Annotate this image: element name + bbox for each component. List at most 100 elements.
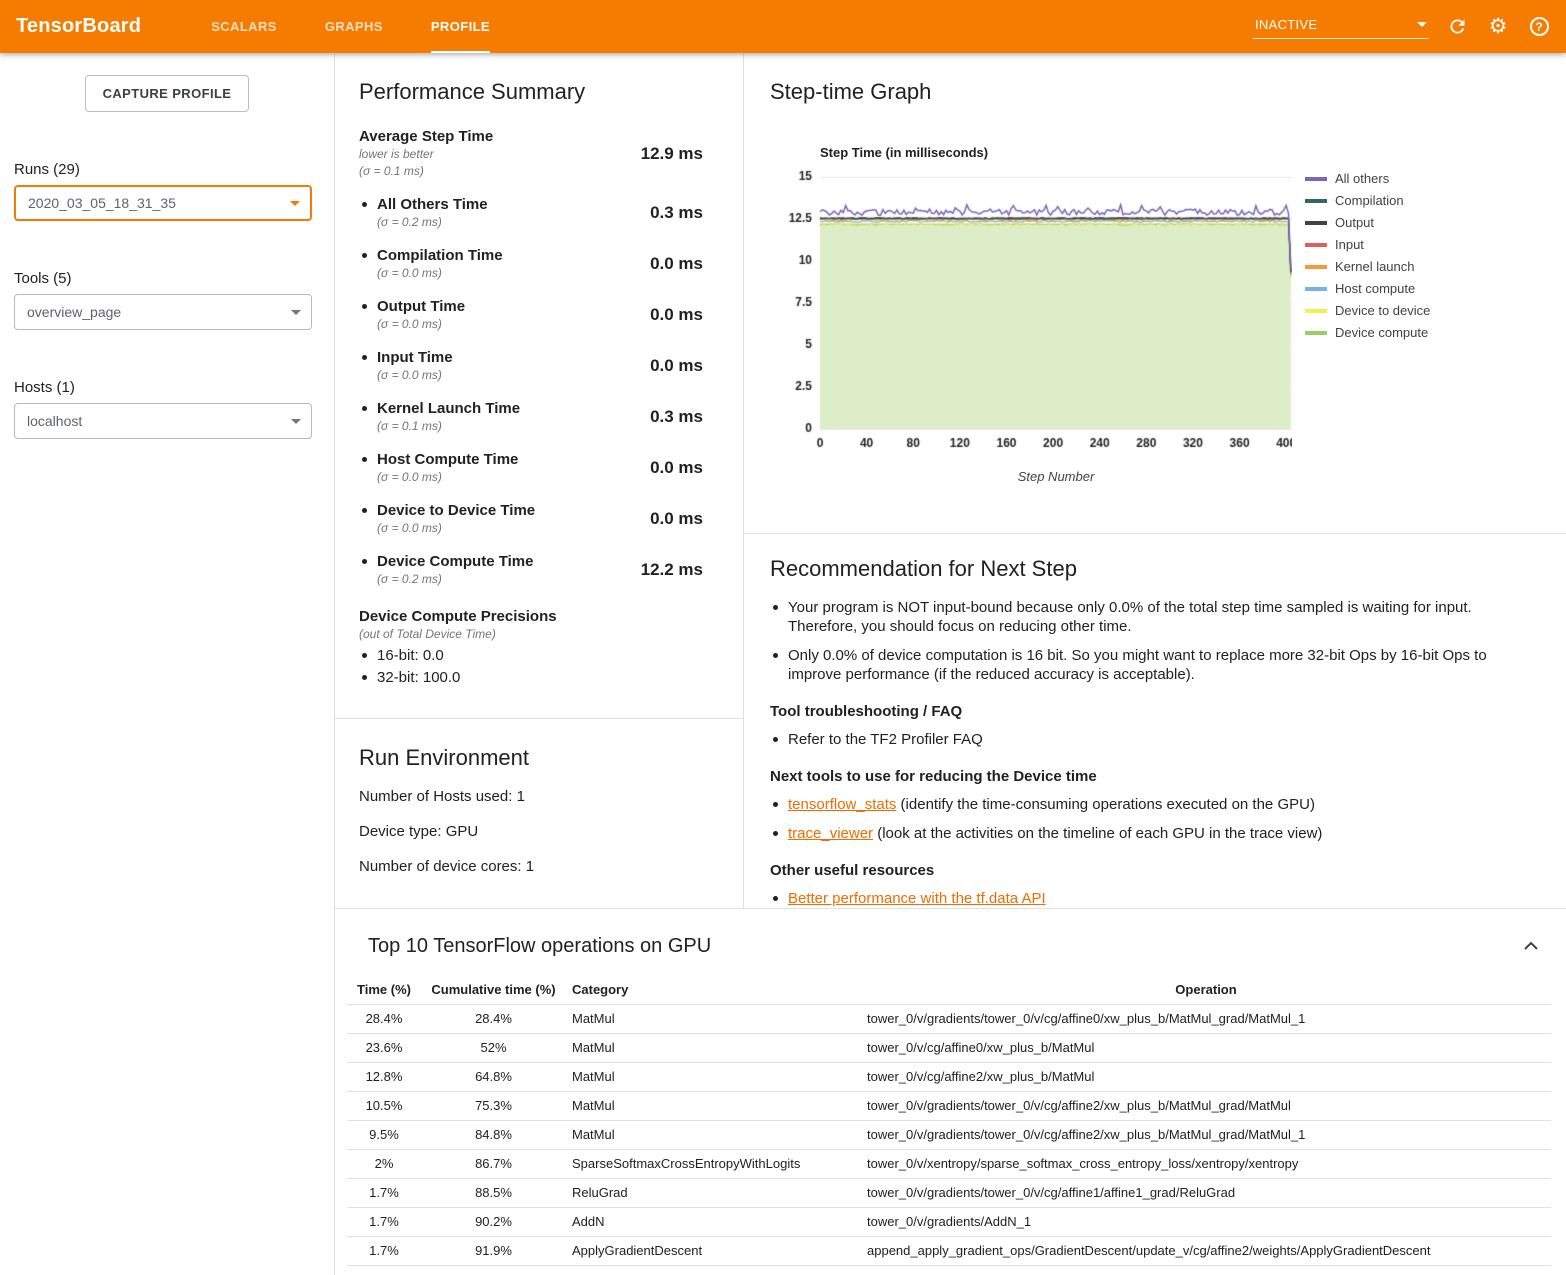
column-header: Category (566, 975, 861, 1004)
chart-x-axis-label: Step Number (820, 469, 1292, 484)
table-cell: 9.5% (347, 1120, 421, 1149)
status-dropdown-value: INACTIVE (1255, 17, 1317, 32)
table-row: 23.6%52%MatMultower_0/v/cg/affine0/xw_pl… (347, 1033, 1551, 1062)
table-cell: tower_0/v/cg/affine2/xw_plus_b/MatMul (861, 1062, 1551, 1091)
table-cell: tower_0/v/gradients/AddN_1 (861, 1207, 1551, 1236)
table-cell: ReluGrad (566, 1178, 861, 1207)
perf-item: Compilation Time(σ = 0.0 ms) 0.0 ms (359, 246, 703, 282)
table-cell: MatMul (566, 1004, 861, 1033)
run-environment-line: Number of Hosts used: 1 (359, 788, 719, 806)
top-ops-title: Top 10 TensorFlow operations on GPU (368, 935, 1551, 958)
bullet-icon (362, 304, 367, 309)
tab-scalars[interactable]: SCALARS (187, 0, 301, 53)
capture-profile-button[interactable]: CAPTURE PROFILE (85, 75, 250, 112)
legend-swatch-icon (1305, 265, 1327, 269)
status-dropdown[interactable]: INACTIVE (1253, 15, 1429, 39)
perf-item-label: Compilation Time (377, 246, 503, 265)
chevron-down-icon (291, 310, 301, 315)
legend-item: All others (1305, 171, 1430, 186)
run-environment-line: Number of device cores: 1 (359, 858, 719, 876)
step-time-chart-canvas[interactable] (787, 169, 1292, 469)
header-tabs: SCALARSGRAPHSPROFILE (187, 0, 514, 53)
faq-heading: Tool troubleshooting / FAQ (770, 703, 1527, 720)
table-cell: 1.7% (347, 1207, 421, 1236)
tools-dropdown[interactable]: overview_page (14, 294, 312, 330)
link[interactable]: Better performance with the tf.data API (788, 890, 1046, 907)
perf-item: Device to Device Time(σ = 0.0 ms)0.0 ms (359, 501, 703, 537)
refresh-icon[interactable] (1444, 14, 1470, 40)
link[interactable]: tensorflow_stats (788, 796, 896, 813)
table-cell: tower_0/v/xentropy/sparse_softmax_cross_… (861, 1149, 1551, 1178)
tools-label: Tools (5) (14, 270, 334, 287)
perf-item: Output Time(σ = 0.0 ms)0.0 ms (359, 297, 703, 333)
bullet-icon (362, 253, 367, 258)
table-cell: 1.7% (347, 1178, 421, 1207)
bullet-icon (773, 802, 778, 807)
step-time-graph-title: Step-time Graph (770, 79, 1557, 105)
collapse-chevron-up-icon[interactable] (1519, 933, 1543, 957)
hosts-dropdown[interactable]: localhost (14, 403, 312, 439)
perf-item: Input Time(σ = 0.0 ms)0.0 ms (359, 348, 703, 384)
legend-label: Device compute (1335, 325, 1428, 340)
table-cell: 90.2% (421, 1207, 566, 1236)
table-cell: ApplyGradientDescent (566, 1236, 861, 1265)
table-cell: 88.5% (421, 1178, 566, 1207)
runs-dropdown-value: 2020_03_05_18_31_35 (28, 195, 176, 211)
perf-item-sigma: (σ = 0.1 ms) (377, 418, 520, 435)
settings-gear-icon[interactable]: ⚙ (1485, 14, 1511, 40)
precision-items: 16-bit: 0.0 32-bit: 100.0 (359, 646, 703, 687)
perf-item-sigma: (σ = 0.0 ms) (377, 367, 453, 384)
bullet-row: Better performance with the tf.data API (770, 889, 1527, 908)
bullet-icon (362, 457, 367, 462)
bullet-row: trace_viewer (look at the activities on … (770, 824, 1527, 843)
runs-dropdown[interactable]: 2020_03_05_18_31_35 (14, 185, 312, 221)
run-environment-line: Device type: GPU (359, 823, 719, 841)
perf-item-sigma: (σ = 0.0 ms) (377, 316, 465, 333)
table-cell: AddN (566, 1207, 861, 1236)
help-icon[interactable]: ? (1526, 14, 1552, 40)
chevron-down-icon (291, 419, 301, 424)
perf-item: Device Compute Time(σ = 0.2 ms)12.2 ms (359, 552, 703, 588)
perf-item-sigma: (σ = 0.0 ms) (377, 265, 503, 282)
tools-dropdown-value: overview_page (27, 304, 121, 320)
table-row: 1.7%90.2%AddNtower_0/v/gradients/AddN_1 (347, 1207, 1551, 1236)
perf-item-value: 0.0 ms (650, 305, 703, 325)
precision-item: 32-bit: 100.0 (359, 668, 703, 687)
perf-item-label: All Others Time (377, 195, 488, 214)
bullet-icon (362, 508, 367, 513)
precision-item: 16-bit: 0.0 (359, 646, 703, 665)
perf-item-value: 0.0 ms (650, 254, 703, 274)
perf-item-sigma: (σ = 0.2 ms) (377, 571, 533, 588)
tab-profile[interactable]: PROFILE (407, 0, 514, 53)
hosts-label: Hosts (1) (14, 379, 334, 396)
faq-bullets: Refer to the TF2 Profiler FAQ (770, 730, 1527, 749)
legend-label: Output (1335, 215, 1374, 230)
perf-item-value: 0.0 ms (650, 509, 703, 529)
table-cell: tower_0/v/gradients/tower_0/v/cg/affine1… (861, 1178, 1551, 1207)
perf-item: Host Compute Time(σ = 0.0 ms)0.0 ms (359, 450, 703, 486)
legend-label: Input (1335, 237, 1364, 252)
perf-item-value: 0.0 ms (650, 458, 703, 478)
table-row: 2%86.7%SparseSoftmaxCrossEntropyWithLogi… (347, 1149, 1551, 1178)
table-row: 28.4%28.4%MatMultower_0/v/gradients/towe… (347, 1004, 1551, 1033)
top-ops-header-row: Time (%)Cumulative time (%)CategoryOpera… (347, 975, 1551, 1004)
bullet-icon (362, 653, 367, 658)
table-row: 12.8%64.8%MatMultower_0/v/cg/affine2/xw_… (347, 1062, 1551, 1091)
run-environment-title: Run Environment (359, 745, 719, 771)
legend-label: All others (1335, 171, 1389, 186)
table-cell: 52% (421, 1033, 566, 1062)
step-time-chart: Step Time (in milliseconds) Step Number (787, 145, 1292, 484)
link[interactable]: trace_viewer (788, 825, 873, 842)
legend-swatch-icon (1305, 287, 1327, 291)
legend-label: Kernel launch (1335, 259, 1415, 274)
perf-item-label: Device Compute Time (377, 552, 533, 571)
table-cell: tower_0/v/cg/affine0/xw_plus_b/MatMul (861, 1033, 1551, 1062)
table-row: 1.7%91.9%ApplyGradientDescentappend_appl… (347, 1236, 1551, 1265)
bullet-icon (773, 653, 778, 658)
chart-title: Step Time (in milliseconds) (820, 145, 1292, 160)
tab-graphs[interactable]: GRAPHS (301, 0, 407, 53)
recommendation-bullets: Your program is NOT input-bound because … (770, 598, 1527, 684)
legend-swatch-icon (1305, 177, 1327, 181)
column-header: Operation (861, 975, 1551, 1004)
bullet-icon (362, 355, 367, 360)
